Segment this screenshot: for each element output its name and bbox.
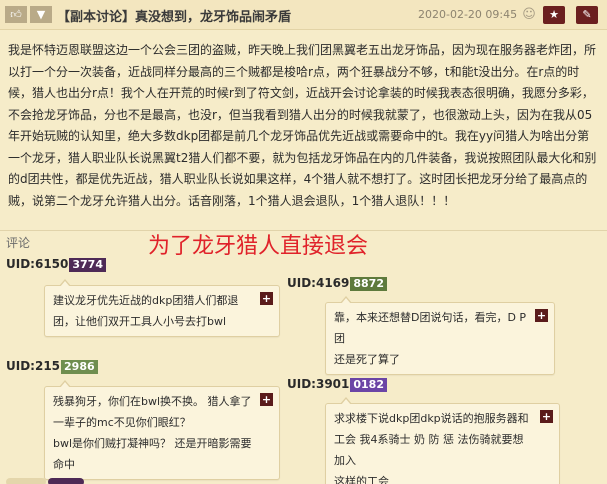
post-date: 2020-02-20 09:45 xyxy=(418,8,518,21)
uid-badge: 0182 xyxy=(350,378,387,392)
plus-icon[interactable]: + xyxy=(260,393,273,406)
comment-line: 靠，本来还想替D团说句话，看完，D P团 xyxy=(334,311,527,345)
comment-line: bwl是你们贼打凝神吗？ 还是开暗影需要命中 xyxy=(53,437,252,471)
plus-icon[interactable]: + xyxy=(260,292,273,305)
comment-icon[interactable]: ✎ xyxy=(576,6,598,24)
star-icon[interactable]: ★ xyxy=(543,6,565,24)
next-comment-badge-stub xyxy=(48,478,84,484)
comment-bubble: 靠，本来还想替D团说句话，看完，D P团 还是死了算了 + xyxy=(325,296,555,375)
comment-uid[interactable]: UID:4169 8872 xyxy=(287,276,387,291)
plus-icon[interactable]: + xyxy=(535,309,548,322)
post-header: 👍︎ ▼ 【副本讨论】真没想到，龙牙饰品闹矛盾 2020-02-20 09:45… xyxy=(0,0,607,30)
comment-bubble: 求求楼下说dkp团dkp说话的抱服务器和 工会 我4系骑士 奶 防 惩 法伤骑就… xyxy=(325,397,560,484)
uid-label: UID:4169 xyxy=(287,276,350,290)
comment-bubble: 残暴狗牙，你们在bwl换不换。 猎人拿了 一辈子的mc不见你们眼红？ bwl是你… xyxy=(44,380,280,480)
uid-badge: 2986 xyxy=(61,360,98,374)
comment-line: 这样的工会 xyxy=(334,475,389,484)
next-comment-stub xyxy=(6,478,46,484)
red-annotation: 为了龙牙猎人直接退会 xyxy=(148,234,369,259)
uid-label: UID:3901 xyxy=(287,377,350,391)
uid-label: UID:6150 xyxy=(6,257,69,271)
uid-label: UID:215 xyxy=(6,359,61,373)
post-title: 【副本讨论】真没想到，龙牙饰品闹矛盾 xyxy=(57,10,292,25)
comment-uid[interactable]: UID:6150 3774 xyxy=(6,257,106,272)
comment-line: 还是死了算了 xyxy=(334,353,400,366)
uid-badge: 3774 xyxy=(69,258,106,272)
comment-line: 求求楼下说dkp团dkp说话的抱服务器和 xyxy=(334,412,529,425)
uid-badge: 8872 xyxy=(350,277,387,291)
comment-uid[interactable]: UID:3901 0182 xyxy=(287,377,387,392)
comment-uid[interactable]: UID:215 2986 xyxy=(6,359,98,374)
post-body: 我是怀特迈恩联盟这边一个公会三团的盗贼，昨天晚上我们团黑翼老五出龙牙饰品，因为现… xyxy=(8,43,597,208)
user-icon[interactable]: ☺ xyxy=(519,5,539,25)
comment-line: 工会 我4系骑士 奶 防 惩 法伤骑就要想加入 xyxy=(334,433,524,467)
plus-icon[interactable]: + xyxy=(540,410,553,423)
chevron-down-icon[interactable]: ▼ xyxy=(30,6,52,23)
comments-label: 评论 xyxy=(6,236,31,250)
comment-line: 团，让他们双开工具人小号去打bwl xyxy=(53,315,227,328)
comment-line: 一辈子的mc不见你们眼红？ xyxy=(53,416,191,429)
comment-bubble: 建议龙牙优先近战的dkp团猎人们都退 团，让他们双开工具人小号去打bwl + xyxy=(44,279,280,337)
thumbs-up-icon[interactable]: 👍︎ xyxy=(5,6,27,23)
comment-line: 建议龙牙优先近战的dkp团猎人们都退 xyxy=(53,294,239,307)
comment-line: 残暴狗牙，你们在bwl换不换。 猎人拿了 xyxy=(53,395,252,408)
